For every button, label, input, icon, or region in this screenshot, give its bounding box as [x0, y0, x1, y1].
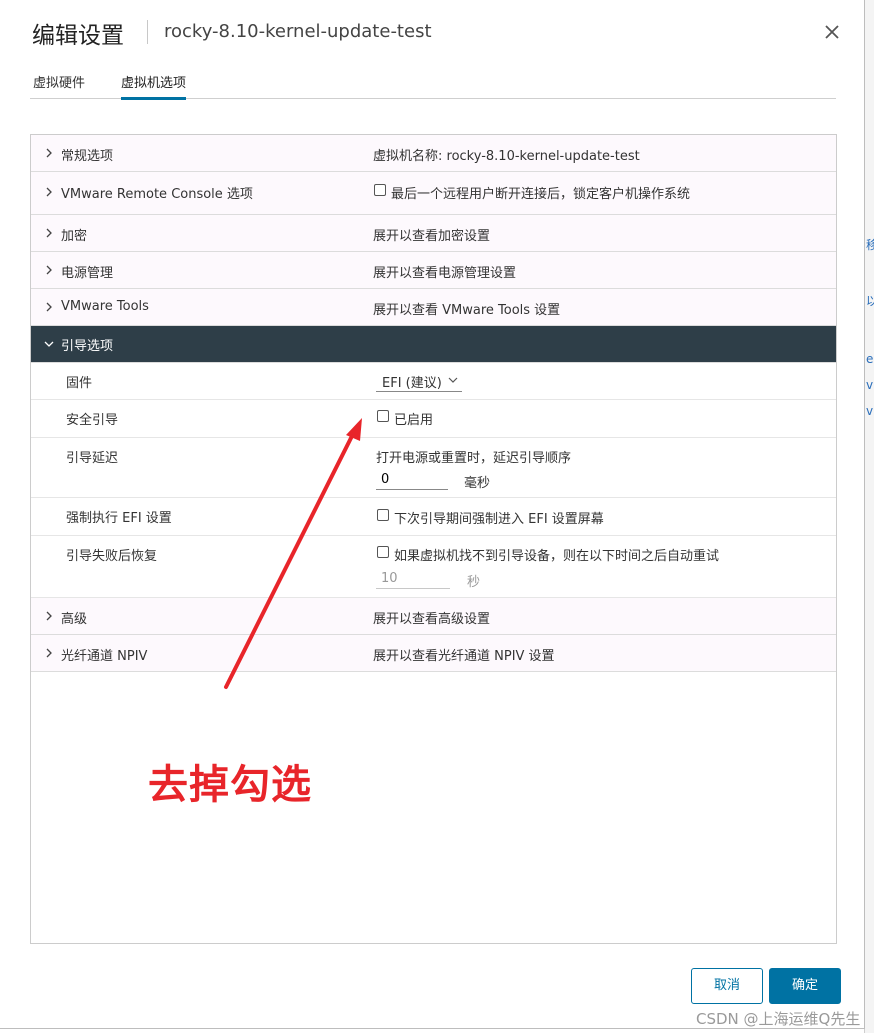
- row-advanced[interactable]: 高级 展开以查看高级设置: [31, 598, 836, 635]
- row-label: 光纤通道 NPIV: [61, 649, 148, 664]
- tab-vm-options[interactable]: 虚拟机选项: [121, 72, 187, 100]
- row-value: 展开以查看电源管理设置: [373, 266, 517, 281]
- row-label: 引导选项: [61, 339, 114, 354]
- chevron-down-icon: [448, 377, 458, 383]
- row-secure-boot: 安全引导 已启用: [31, 400, 836, 438]
- row-value: 展开以查看高级设置: [373, 612, 491, 627]
- failed-boot-value: 如果虚拟机找不到引导设备，则在以下时间之后自动重试: [394, 549, 720, 564]
- chevron-down-icon[interactable]: [43, 338, 55, 350]
- edit-settings-dialog: 编辑设置 rocky-8.10-kernel-update-test 虚拟硬件 …: [0, 0, 865, 1029]
- background-text: v: [866, 378, 874, 392]
- firmware-select[interactable]: EFI (建议): [376, 369, 462, 392]
- chevron-right-icon[interactable]: [43, 227, 55, 239]
- row-vmrc-options[interactable]: VMware Remote Console 选项 最后一个远程用户断开连接后，锁…: [31, 172, 836, 215]
- boot-delay-unit: 毫秒: [464, 476, 491, 491]
- row-power-management[interactable]: 电源管理 展开以查看电源管理设置: [31, 252, 836, 289]
- retry-delay-input[interactable]: [376, 568, 450, 589]
- failed-boot-label: 引导失败后恢复: [66, 549, 158, 564]
- chevron-right-icon[interactable]: [43, 301, 55, 313]
- chevron-right-icon[interactable]: [43, 147, 55, 159]
- boot-delay-input[interactable]: [376, 469, 448, 490]
- secure-boot-enabled-label: 已启用: [394, 413, 434, 428]
- tab-bar: 虚拟硬件 虚拟机选项: [30, 72, 836, 100]
- row-general-options[interactable]: 常规选项 虚拟机名称: rocky-8.10-kernel-update-tes…: [31, 135, 836, 172]
- lock-guest-os-checkbox[interactable]: [374, 184, 386, 196]
- force-efi-value: 下次引导期间强制进入 EFI 设置屏幕: [394, 512, 604, 527]
- row-label: VMware Tools: [61, 299, 149, 314]
- close-icon[interactable]: [820, 20, 844, 44]
- background-window: 移 以 e v v: [864, 0, 874, 1033]
- background-text: 移: [866, 238, 874, 252]
- row-vmware-tools[interactable]: VMware Tools 展开以查看 VMware Tools 设置: [31, 289, 836, 326]
- vm-options-panel: 常规选项 虚拟机名称: rocky-8.10-kernel-update-tes…: [30, 134, 837, 944]
- chevron-right-icon[interactable]: [43, 264, 55, 276]
- dialog-title: 编辑设置: [32, 23, 124, 49]
- row-label: 加密: [61, 229, 88, 244]
- row-value: 最后一个远程用户断开连接后，锁定客户机操作系统: [391, 187, 691, 202]
- row-label: 常规选项: [61, 149, 114, 164]
- row-value: 展开以查看 VMware Tools 设置: [373, 303, 561, 318]
- chevron-right-icon[interactable]: [43, 186, 55, 198]
- row-value: 展开以查看光纤通道 NPIV 设置: [373, 649, 555, 664]
- retry-delay-unit: 秒: [467, 575, 481, 590]
- chevron-right-icon[interactable]: [43, 647, 55, 659]
- cancel-button[interactable]: 取消: [691, 968, 763, 1004]
- title-divider: [147, 20, 148, 44]
- background-text: v: [866, 404, 874, 418]
- chevron-right-icon[interactable]: [43, 610, 55, 622]
- failed-boot-retry-checkbox[interactable]: [377, 546, 389, 558]
- secure-boot-label: 安全引导: [66, 413, 119, 428]
- row-fibre-channel-npiv[interactable]: 光纤通道 NPIV 展开以查看光纤通道 NPIV 设置: [31, 635, 836, 672]
- row-encryption[interactable]: 加密 展开以查看加密设置: [31, 215, 836, 252]
- force-efi-checkbox[interactable]: [377, 509, 389, 521]
- row-value: 展开以查看加密设置: [373, 229, 491, 244]
- watermark: CSDN @上海运维Q先生: [696, 1010, 861, 1028]
- row-failed-boot-recovery: 引导失败后恢复 如果虚拟机找不到引导设备，则在以下时间之后自动重试 秒: [31, 536, 836, 598]
- row-boot-options[interactable]: 引导选项: [31, 326, 836, 363]
- secure-boot-checkbox[interactable]: [377, 410, 389, 422]
- annotation-text: 去掉勾选: [148, 762, 312, 808]
- row-force-efi-setup: 强制执行 EFI 设置 下次引导期间强制进入 EFI 设置屏幕: [31, 498, 836, 536]
- row-label: 高级: [61, 612, 88, 627]
- row-boot-delay: 引导延迟 打开电源或重置时，延迟引导顺序 毫秒: [31, 438, 836, 498]
- force-efi-label: 强制执行 EFI 设置: [66, 511, 172, 526]
- row-label: 电源管理: [61, 266, 114, 281]
- boot-delay-description: 打开电源或重置时，延迟引导顺序: [376, 451, 572, 466]
- boot-delay-label: 引导延迟: [66, 451, 119, 466]
- background-text: e: [866, 352, 874, 366]
- background-text: 以: [866, 294, 874, 308]
- row-label: VMware Remote Console 选项: [61, 187, 253, 202]
- firmware-label: 固件: [66, 376, 93, 391]
- row-value: 虚拟机名称: rocky-8.10-kernel-update-test: [373, 149, 640, 164]
- tab-virtual-hardware[interactable]: 虚拟硬件: [33, 72, 85, 97]
- ok-button[interactable]: 确定: [769, 968, 841, 1004]
- row-firmware: 固件 EFI (建议): [31, 363, 836, 400]
- vm-name-subtitle: rocky-8.10-kernel-update-test: [164, 21, 432, 42]
